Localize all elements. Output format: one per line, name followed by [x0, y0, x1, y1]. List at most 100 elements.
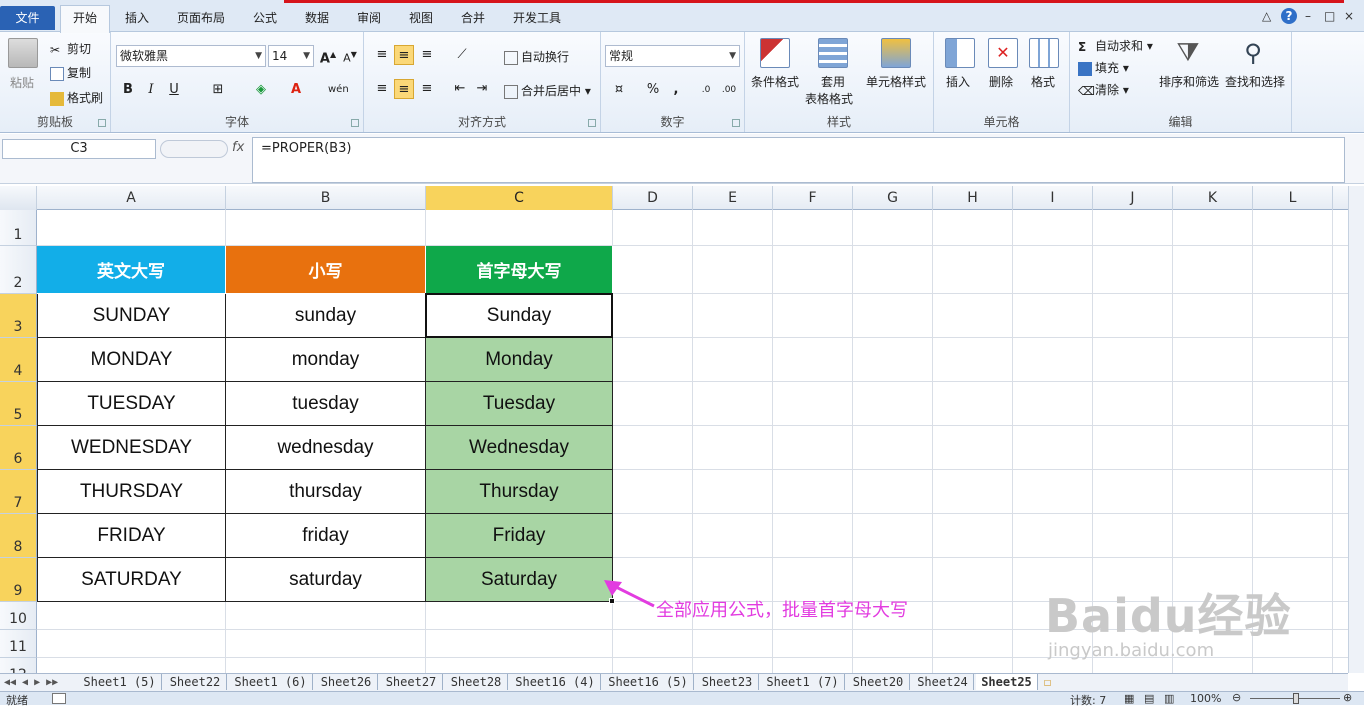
sort-filter-button[interactable]: 排序和筛选 [1159, 73, 1219, 90]
increase-indent-icon[interactable]: ⇥ [472, 79, 492, 99]
tab-file[interactable]: 文件 [0, 6, 55, 30]
view-normal-icon[interactable]: ▦ [1124, 692, 1134, 705]
column-header-b[interactable]: B [226, 186, 426, 210]
row-header-5[interactable]: 5 [0, 382, 37, 426]
sheet-tab[interactable]: Sheet16 (4) [510, 674, 601, 690]
minimize-ribbon-icon[interactable]: △ [1262, 9, 1271, 23]
table-cell[interactable]: MONDAY [37, 338, 226, 382]
shrink-font-icon[interactable]: A▼ [340, 45, 360, 65]
font-name-select[interactable]: 微软雅黑 ▼ [116, 45, 266, 67]
borders-icon[interactable]: ⊞ [208, 80, 228, 100]
align-center-icon[interactable]: ≡ [394, 79, 414, 99]
row-header-9[interactable]: 9 [0, 558, 37, 602]
column-header-d[interactable]: D [613, 186, 693, 210]
format-as-table-button[interactable]: 套用 [821, 73, 845, 90]
merge-center-button[interactable]: 合并后居中 ▾ [504, 82, 591, 99]
tab-insert[interactable]: 插入 [115, 7, 159, 32]
column-header-a[interactable]: A [37, 186, 226, 210]
tab-home[interactable]: 开始 [60, 5, 110, 33]
clear-button[interactable]: ⌫清除 ▾ [1078, 81, 1129, 98]
phonetic-icon[interactable]: wén [328, 80, 349, 100]
horizontal-scrollbar[interactable] [1180, 673, 1348, 691]
row-header-7[interactable]: 7 [0, 470, 37, 514]
align-middle-icon[interactable]: ≡ [394, 45, 414, 65]
table-cell[interactable]: Tuesday [426, 382, 613, 426]
tab-formulas[interactable]: 公式 [243, 7, 287, 32]
table-cell[interactable]: Monday [426, 338, 613, 382]
row-header-10[interactable]: 10 [0, 602, 37, 630]
table-header-cell[interactable]: 首字母大写 [426, 246, 613, 294]
insert-function-icon[interactable]: fx [232, 140, 244, 155]
increase-decimal-icon[interactable]: .0 [696, 80, 716, 100]
table-header-cell[interactable]: 英文大写 [37, 246, 226, 294]
sheet-tab[interactable]: Sheet25 [976, 674, 1038, 690]
alignment-dialog-launcher-icon[interactable] [588, 119, 596, 127]
close-button[interactable]: × [1344, 9, 1354, 23]
zoom-level[interactable]: 100% [1190, 692, 1221, 705]
table-cell[interactable]: tuesday [226, 382, 426, 426]
row-header-1[interactable]: 1 [0, 210, 37, 246]
table-cell[interactable]: Thursday [426, 470, 613, 514]
cell-styles-button[interactable]: 单元格样式 [866, 73, 926, 90]
tab-review[interactable]: 审阅 [347, 7, 391, 32]
table-cell[interactable]: SUNDAY [37, 294, 226, 338]
cut-button[interactable]: ✂ 剪切 [50, 40, 91, 57]
zoom-out-icon[interactable]: ⊖ [1232, 691, 1241, 704]
sheet-tab[interactable]: Sheet1 (6) [229, 674, 313, 690]
align-bottom-icon[interactable]: ≡ [417, 45, 437, 65]
tab-merge[interactable]: 合并 [451, 7, 495, 32]
column-header-k[interactable]: K [1173, 186, 1253, 210]
help-icon[interactable]: ? [1281, 8, 1297, 24]
table-header-cell[interactable]: 小写 [226, 246, 426, 294]
find-select-button[interactable]: 查找和选择 [1225, 73, 1285, 90]
table-cell[interactable]: FRIDAY [37, 514, 226, 558]
table-cell[interactable]: Sunday [426, 294, 613, 338]
autosum-button[interactable]: Σ 自动求和 ▾ [1078, 37, 1153, 54]
table-cell[interactable]: Wednesday [426, 426, 613, 470]
macro-record-icon[interactable] [52, 693, 66, 704]
comma-button[interactable]: , [666, 80, 686, 100]
decrease-indent-icon[interactable]: ⇤ [450, 79, 470, 99]
align-top-icon[interactable]: ≡ [372, 45, 392, 65]
row-header-6[interactable]: 6 [0, 426, 37, 470]
align-right-icon[interactable]: ≡ [417, 79, 437, 99]
view-page-break-icon[interactable]: ▥ [1164, 692, 1174, 705]
column-header-g[interactable]: G [853, 186, 933, 210]
row-header-4[interactable]: 4 [0, 338, 37, 382]
fill-button[interactable]: 填充 ▾ [1078, 59, 1129, 76]
clipboard-dialog-launcher-icon[interactable] [98, 119, 106, 127]
sheet-tab[interactable]: Sheet1 (5) [78, 674, 162, 690]
row-header-8[interactable]: 8 [0, 514, 37, 558]
column-header-f[interactable]: F [773, 186, 853, 210]
percent-button[interactable]: % [643, 80, 663, 100]
restore-button[interactable]: □ [1324, 9, 1335, 23]
zoom-slider-thumb[interactable] [1293, 693, 1299, 704]
table-cell[interactable]: Saturday [426, 558, 613, 602]
tab-view[interactable]: 视图 [399, 7, 443, 32]
table-cell[interactable]: sunday [226, 294, 426, 338]
vertical-scrollbar[interactable] [1348, 186, 1364, 673]
insert-button[interactable]: 插入 [946, 73, 970, 90]
align-left-icon[interactable]: ≡ [372, 79, 392, 99]
tab-page-layout[interactable]: 页面布局 [167, 7, 235, 32]
sheet-tab[interactable]: Sheet1 (7) [761, 674, 845, 690]
table-cell[interactable]: wednesday [226, 426, 426, 470]
name-box[interactable]: C3 [2, 139, 156, 159]
paste-button[interactable]: 粘贴 [10, 74, 34, 91]
orientation-icon[interactable]: ⟋ [452, 45, 472, 65]
font-dialog-launcher-icon[interactable] [351, 119, 359, 127]
fill-color-icon[interactable]: ◈ [251, 80, 271, 100]
table-cell[interactable]: friday [226, 514, 426, 558]
sheet-tab[interactable]: Sheet23 [696, 674, 759, 690]
minimize-button[interactable]: – [1305, 9, 1311, 23]
insert-sheet-icon[interactable]: ☐ [1044, 674, 1051, 690]
row-header-11[interactable]: 11 [0, 630, 37, 658]
table-cell[interactable]: THURSDAY [37, 470, 226, 514]
row-header-3[interactable]: 3 [0, 294, 37, 338]
tab-data[interactable]: 数据 [295, 7, 339, 32]
sheet-tab[interactable]: Sheet16 (5) [603, 674, 694, 690]
currency-icon[interactable]: ¤ [609, 80, 629, 100]
italic-button[interactable]: I [141, 80, 161, 100]
conditional-format-button[interactable]: 条件格式 [751, 73, 799, 90]
formula-input[interactable]: =PROPER(B3) [252, 137, 1345, 183]
